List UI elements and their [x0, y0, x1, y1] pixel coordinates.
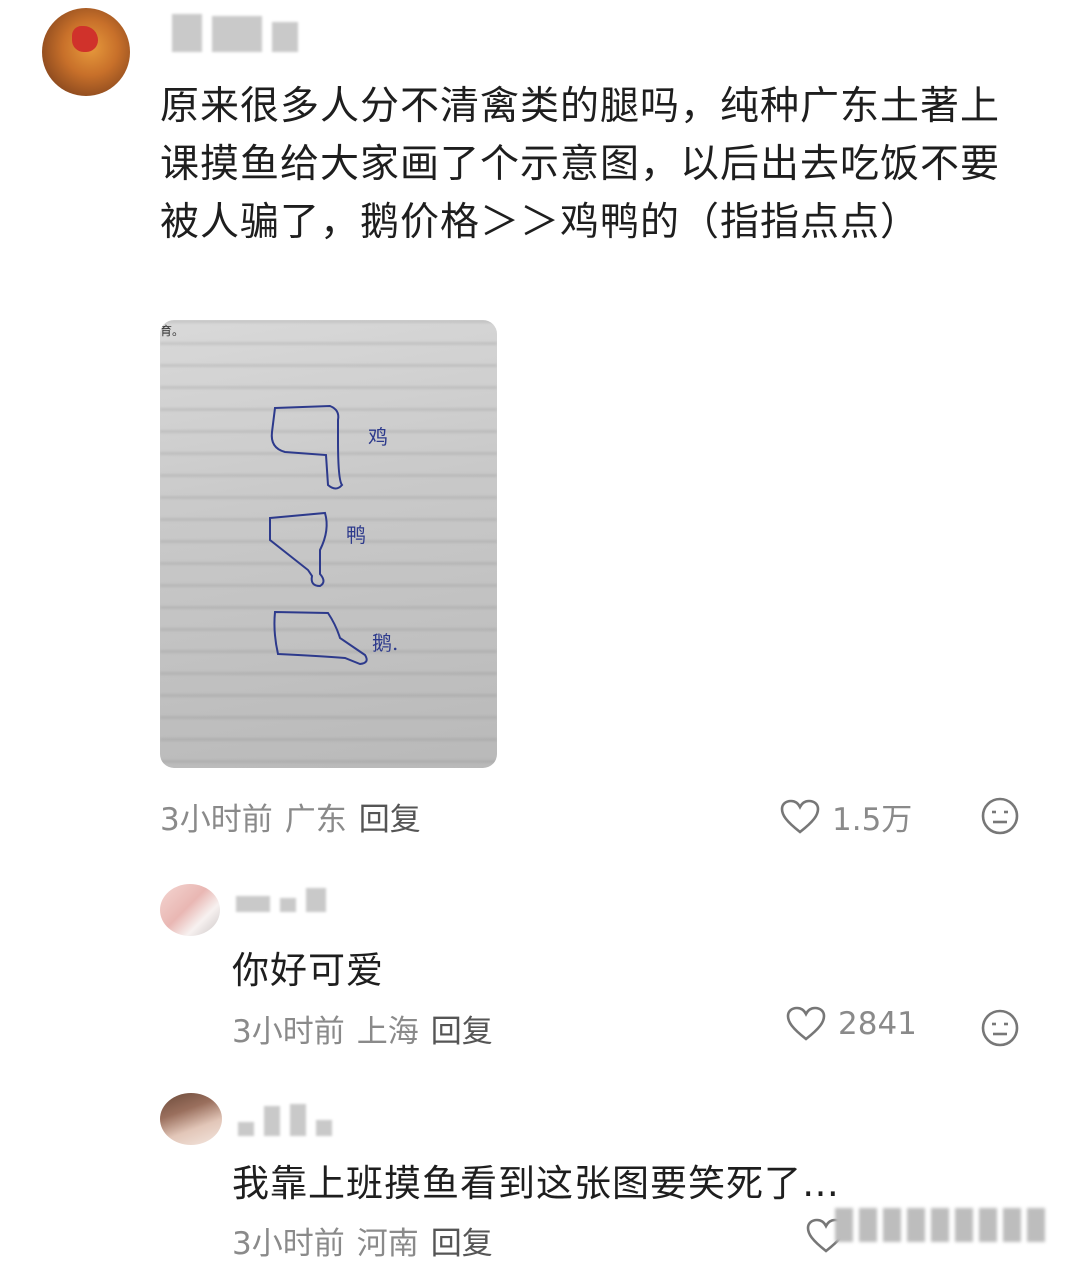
post-like-button[interactable]: 1.5万 — [780, 794, 912, 839]
post-location: 广东 — [284, 802, 347, 838]
comment-2-reply-button[interactable]: 回复 — [431, 1218, 493, 1263]
neutral-face-icon[interactable] — [980, 796, 1020, 836]
post-author-avatar[interactable] — [42, 8, 130, 96]
comment-1-time: 3小时前 — [232, 1014, 345, 1050]
neutral-face-icon[interactable] — [980, 1008, 1020, 1048]
post-image[interactable]: 育。 鸡 鸭 鹅. — [160, 320, 497, 768]
comment-1-like-button[interactable]: 2841 — [786, 1006, 917, 1042]
comment-2-avatar[interactable] — [160, 1093, 222, 1145]
watermark — [835, 1208, 1045, 1242]
post-author-name[interactable] — [172, 14, 298, 52]
label-goose: 鹅. — [372, 631, 398, 655]
comment-1-meta: 3小时前 上海 回复 — [232, 1006, 493, 1051]
poultry-legs-drawing: 鸡 鸭 鹅. — [269, 404, 398, 666]
comment-1-avatar[interactable] — [160, 884, 220, 936]
comment-1-text: 你好可爱 — [232, 949, 384, 992]
label-duck: 鸭 — [346, 523, 366, 547]
comment-2-time: 3小时前 — [232, 1226, 345, 1262]
post-text: 原来很多人分不清禽类的腿吗，纯种广东土著上课摸鱼给大家画了个示意图，以后出去吃饭… — [160, 84, 1001, 245]
comment-1-reply-button[interactable]: 回复 — [431, 1006, 493, 1051]
post-like-count: 1.5万 — [832, 802, 913, 838]
comment-2-author-name[interactable] — [238, 1104, 332, 1136]
comment-2-text: 我靠上班摸鱼看到这张图要笑死了… — [232, 1162, 840, 1205]
comment-1-location: 上海 — [356, 1014, 419, 1050]
post-meta: 3小时前 广东 回复 — [160, 794, 421, 839]
heart-icon — [780, 799, 820, 834]
comment-1-like-count: 2841 — [838, 1006, 917, 1042]
comment-2-meta: 3小时前 河南 回复 — [232, 1218, 493, 1263]
comment-2-location: 河南 — [356, 1226, 419, 1262]
heart-icon — [786, 1006, 826, 1041]
label-chicken: 鸡 — [368, 425, 388, 449]
comment-1-author-name[interactable] — [236, 888, 326, 912]
post-reply-button[interactable]: 回复 — [359, 794, 421, 839]
post-time: 3小时前 — [160, 802, 273, 838]
